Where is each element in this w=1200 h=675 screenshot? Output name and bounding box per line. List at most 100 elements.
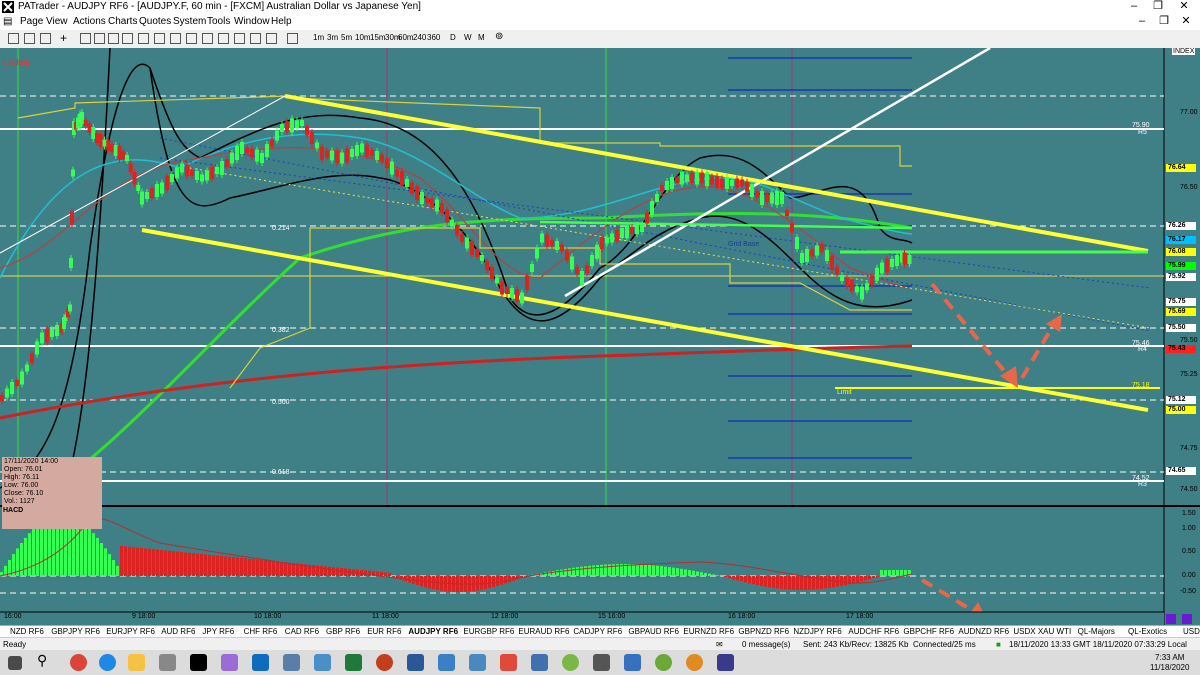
mdi-minimize-button[interactable]: – [1130, 15, 1154, 29]
system-clock[interactable]: 7:33 AM 11/18/2020 [1150, 653, 1189, 673]
channel-tool-icon[interactable] [154, 33, 165, 44]
symbol-tab[interactable]: AUDNZD RF6 [958, 627, 1009, 636]
rectangle-tool-icon[interactable] [202, 33, 213, 44]
pitchfork-tool-icon[interactable] [186, 33, 197, 44]
ellipse-tool-icon[interactable] [218, 33, 229, 44]
gann-tool-icon[interactable] [170, 33, 181, 44]
menu-actions[interactable]: Actions [73, 16, 106, 27]
app-icon[interactable] [221, 654, 238, 671]
menu-system[interactable]: System [173, 16, 206, 27]
menu-page[interactable]: Page [20, 16, 43, 27]
menu-quotes[interactable]: Quotes [139, 16, 171, 27]
menu-help[interactable]: Help [271, 16, 292, 27]
symbol-tab[interactable]: GBP RF6 [326, 627, 360, 636]
symbol-tab[interactable]: QL-Majors [1078, 627, 1115, 636]
symbol-tab[interactable]: GBPAUD RF6 [628, 627, 679, 636]
timeframe-10m[interactable]: 10m [355, 33, 371, 42]
symbol-tab[interactable]: AUD RF6 [161, 627, 195, 636]
symbol-tab[interactable]: GBPCHF RF6 [903, 627, 954, 636]
histogram-bar [676, 568, 679, 576]
crosshair-icon[interactable]: + [60, 31, 71, 45]
app-icon[interactable] [314, 654, 331, 671]
app-icon[interactable] [686, 654, 703, 671]
app-icon[interactable] [562, 654, 579, 671]
symbol-tab[interactable]: CHF RF6 [244, 627, 278, 636]
timeframe-monthly[interactable]: M [478, 33, 485, 42]
symbol-tab[interactable]: USDX XAU WTI [1013, 627, 1071, 636]
chart-panel[interactable]: Locked INDEX 17/11/2020 14:00 Open: 76.0… [0, 48, 1200, 625]
symbol-tab[interactable]: CAD RF6 [285, 627, 319, 636]
app-icon[interactable] [717, 654, 734, 671]
timeframe-60m[interactable]: 60m [398, 33, 414, 42]
vertical-line-icon[interactable] [108, 33, 119, 44]
symbol-tab[interactable]: JPY RF6 [202, 627, 234, 636]
symbol-tab[interactable]: QL-Exotics [1128, 627, 1167, 636]
timeframe-15m[interactable]: 15m [370, 33, 386, 42]
symbol-tab[interactable]: NZDJPY RF6 [793, 627, 841, 636]
timeframe-5m[interactable]: 5m [341, 33, 352, 42]
pencil-icon[interactable] [287, 33, 298, 44]
edge-icon[interactable] [99, 654, 116, 671]
app-icon[interactable] [655, 654, 672, 671]
candle [325, 150, 329, 158]
mdi-close-button[interactable]: ✕ [1174, 15, 1198, 29]
symbol-tab[interactable]: EURGBP RF6 [463, 627, 514, 636]
scroll-left-button[interactable] [1166, 614, 1176, 624]
windows-start-icon[interactable] [8, 656, 22, 670]
app-icon[interactable] [593, 654, 610, 671]
cursor-tool-icon[interactable] [80, 33, 91, 44]
symbol-tab[interactable]: CADJPY RF6 [573, 627, 622, 636]
symbol-tab[interactable]: GBPNZD RF6 [738, 627, 789, 636]
line-chart-tool-icon[interactable] [40, 33, 51, 44]
excel-icon[interactable] [345, 654, 362, 671]
bar-chart-tool-icon[interactable] [24, 33, 35, 44]
close-button[interactable]: ✕ [1172, 0, 1196, 14]
timeframe-3m[interactable]: 3m [327, 33, 338, 42]
word-icon[interactable] [407, 654, 424, 671]
symbol-tab[interactable]: EUR RF6 [367, 627, 401, 636]
patrader-icon[interactable] [190, 654, 207, 671]
timeframe-daily[interactable]: D [450, 33, 456, 42]
scroll-right-button[interactable] [1182, 614, 1192, 624]
text-tool-icon[interactable] [234, 33, 245, 44]
minimize-button[interactable]: – [1122, 0, 1146, 14]
trendline-tool-icon[interactable] [94, 33, 105, 44]
timeframe-weekly[interactable]: W [464, 33, 472, 42]
cycle-tool-icon[interactable] [266, 33, 277, 44]
chrome-icon[interactable] [70, 654, 87, 671]
symbol-tab[interactable]: NZD RF6 [10, 627, 44, 636]
powerpoint-icon[interactable] [376, 654, 393, 671]
menu-tools[interactable]: Tools [207, 16, 230, 27]
symbol-tab[interactable]: AUDJPY RF6 [408, 627, 458, 636]
app-icon[interactable] [438, 654, 455, 671]
symbol-tab[interactable]: EURJPY RF6 [106, 627, 155, 636]
app-icon[interactable] [469, 654, 486, 671]
menu-view[interactable]: View [46, 16, 68, 27]
timeframe-1m[interactable]: 1m [313, 33, 324, 42]
maximize-button[interactable]: ❐ [1146, 0, 1170, 14]
app-icon[interactable] [500, 654, 517, 671]
app-icon[interactable] [283, 654, 300, 671]
price-chart[interactable] [0, 48, 1200, 625]
timeframe-360[interactable]: 360 [427, 33, 440, 42]
file-explorer-icon[interactable] [128, 654, 145, 671]
settings-icon[interactable]: ⊚ [495, 31, 503, 42]
outlook-icon[interactable] [252, 654, 269, 671]
app-icon[interactable] [624, 654, 641, 671]
symbol-tab[interactable]: AUDCHF RF6 [848, 627, 899, 636]
symbol-tab[interactable]: EURNZD RF6 [683, 627, 734, 636]
mdi-restore-button[interactable]: ❐ [1152, 15, 1176, 29]
fibonacci-tool-icon[interactable] [138, 33, 149, 44]
menu-charts[interactable]: Charts [108, 16, 137, 27]
arrows-tool-icon[interactable] [8, 33, 19, 44]
calculator-icon[interactable] [159, 654, 176, 671]
symbol-tab[interactable]: GBPJPY RF6 [51, 627, 100, 636]
menu-window[interactable]: Window [234, 16, 270, 27]
symbol-tab[interactable]: EURAUD RF6 [518, 627, 569, 636]
horizontal-line-icon[interactable] [122, 33, 133, 44]
search-icon[interactable]: ⚲ [37, 652, 54, 669]
status-messages[interactable]: 0 message(s) [742, 640, 790, 649]
app-icon[interactable] [531, 654, 548, 671]
timeframe-240[interactable]: 240 [413, 33, 426, 42]
arrow-tool-icon[interactable] [250, 33, 261, 44]
